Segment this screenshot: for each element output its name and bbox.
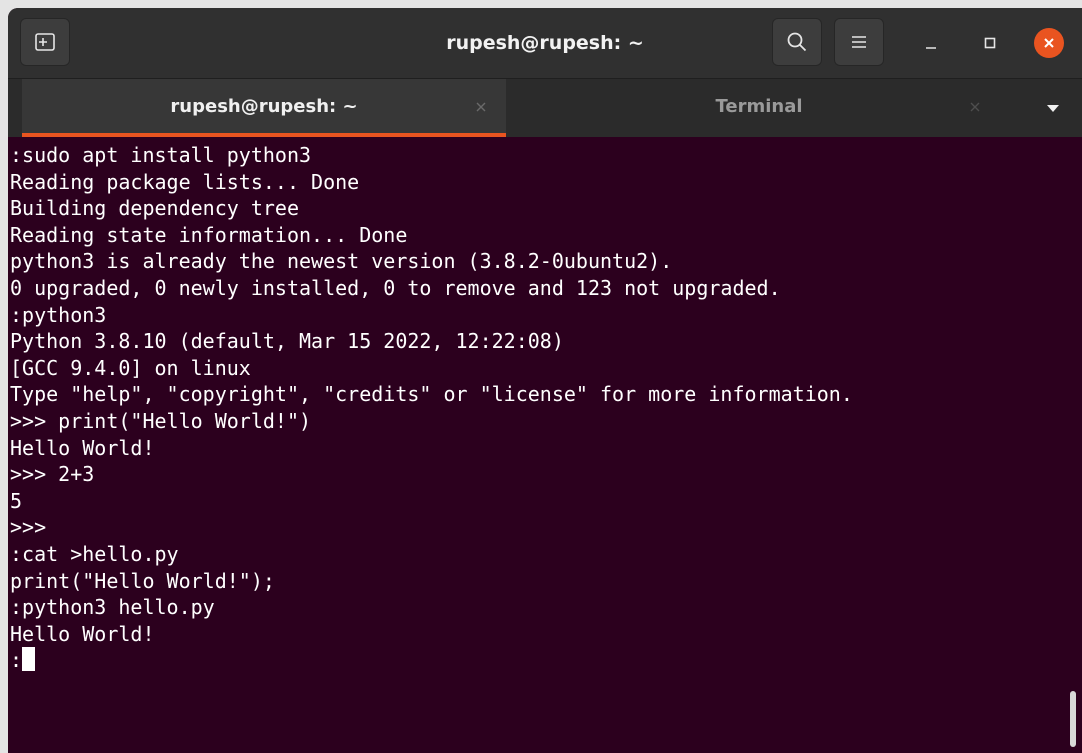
terminal-lines: :sudo apt install python3 Reading package… [10,142,1068,647]
search-button[interactable] [772,18,822,66]
text-cursor [22,647,36,672]
terminal-window: rupesh@rupesh: ~ rupesh@rupesh: ~ Termin… [8,8,1082,753]
terminal-line: Hello World! [10,621,155,646]
new-tab-button[interactable] [20,18,70,66]
tab-close-button[interactable] [470,96,492,118]
terminal-line: Building dependency tree [10,196,299,221]
terminal-line: :python3 hello.py [10,595,215,620]
tab-rupesh[interactable]: rupesh@rupesh: ~ [22,79,506,137]
terminal-line: >>> 2+3 [10,462,95,487]
minimize-button[interactable] [916,28,946,58]
close-icon [1044,38,1054,48]
terminal-line: >>> print("Hello World!") [10,408,312,433]
terminal-line: 0 upgraded, 0 newly installed, 0 to remo… [10,275,781,300]
terminal-line: :sudo apt install python3 [10,143,312,167]
chevron-down-icon [1047,105,1059,112]
terminal-line: Reading package lists... Done [10,169,360,194]
maximize-icon [984,37,996,49]
tab-bar: rupesh@rupesh: ~ Terminal [8,79,1082,137]
terminal-line: :python3 [10,302,107,327]
terminal-line: :cat >hello.py [10,541,179,566]
menu-button[interactable] [834,18,884,66]
prompt: : [10,648,23,673]
terminal-line: Type "help", "copyright", "credits" or "… [10,382,853,407]
scrollbar[interactable] [1070,691,1076,747]
terminal-line: Python 3.8.10 (default, Mar 15 2022, 12:… [10,329,564,354]
close-icon [970,102,980,112]
header-bar: rupesh@rupesh: ~ [8,8,1082,79]
search-icon [787,32,807,52]
new-tab-icon [35,33,55,51]
maximize-button[interactable] [975,28,1005,58]
hamburger-menu-icon [852,36,866,48]
terminal-line: print("Hello World!"); [10,568,275,593]
tab-label: Terminal [715,96,803,117]
tab-terminal[interactable]: Terminal [506,79,1036,137]
tab-label: rupesh@rupesh: ~ [170,96,358,117]
close-icon [476,102,486,112]
terminal-line: [GCC 9.4.0] on linux [10,355,251,380]
close-button[interactable] [1034,28,1064,58]
terminal-line: 5 [10,488,23,513]
tabs-dropdown-button[interactable] [1038,79,1068,137]
terminal-output[interactable]: :sudo apt install python3 Reading package… [8,137,1068,753]
terminal-line: Reading state information... Done [10,222,408,247]
minimize-icon [926,47,936,49]
prompt-line: : [10,647,1068,674]
terminal-line: python3 is already the newest version (3… [10,249,673,274]
tab-close-button[interactable] [964,96,986,118]
terminal-line: Hello World! [10,435,155,460]
terminal-line: >>> [10,515,47,540]
